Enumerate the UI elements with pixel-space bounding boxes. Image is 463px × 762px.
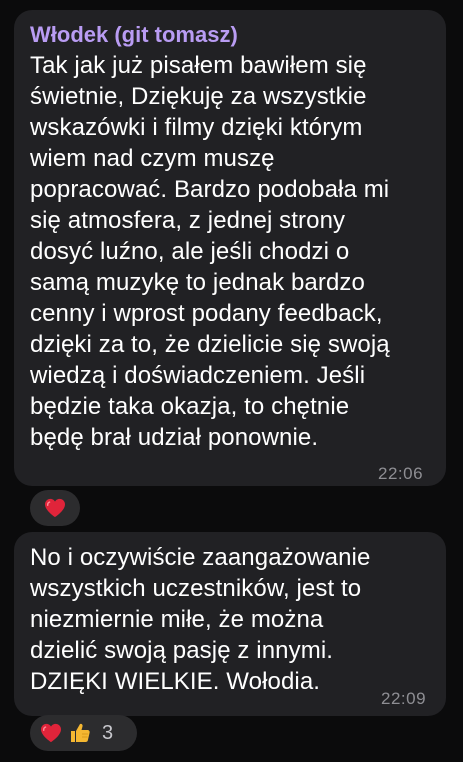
- message-bubble[interactable]: Włodek (git tomasz) Tak jak już pisałem …: [14, 10, 446, 486]
- red-heart-icon[interactable]: [40, 723, 62, 743]
- reaction-bar[interactable]: 3: [30, 715, 137, 751]
- reaction-count: 3: [102, 721, 114, 744]
- sender-name[interactable]: Włodek (git tomasz): [30, 22, 432, 48]
- red-heart-icon[interactable]: [44, 498, 66, 518]
- reaction-bar[interactable]: [30, 490, 80, 526]
- message-timestamp: 22:06: [378, 464, 424, 483]
- message-text: No i oczywiście zaangażowanie wszystkich…: [30, 544, 371, 695]
- thumbs-up-icon[interactable]: [68, 721, 92, 745]
- message-text: Tak jak już pisałem bawiłem się świetnie…: [30, 52, 390, 451]
- message-timestamp: 22:09: [381, 689, 427, 708]
